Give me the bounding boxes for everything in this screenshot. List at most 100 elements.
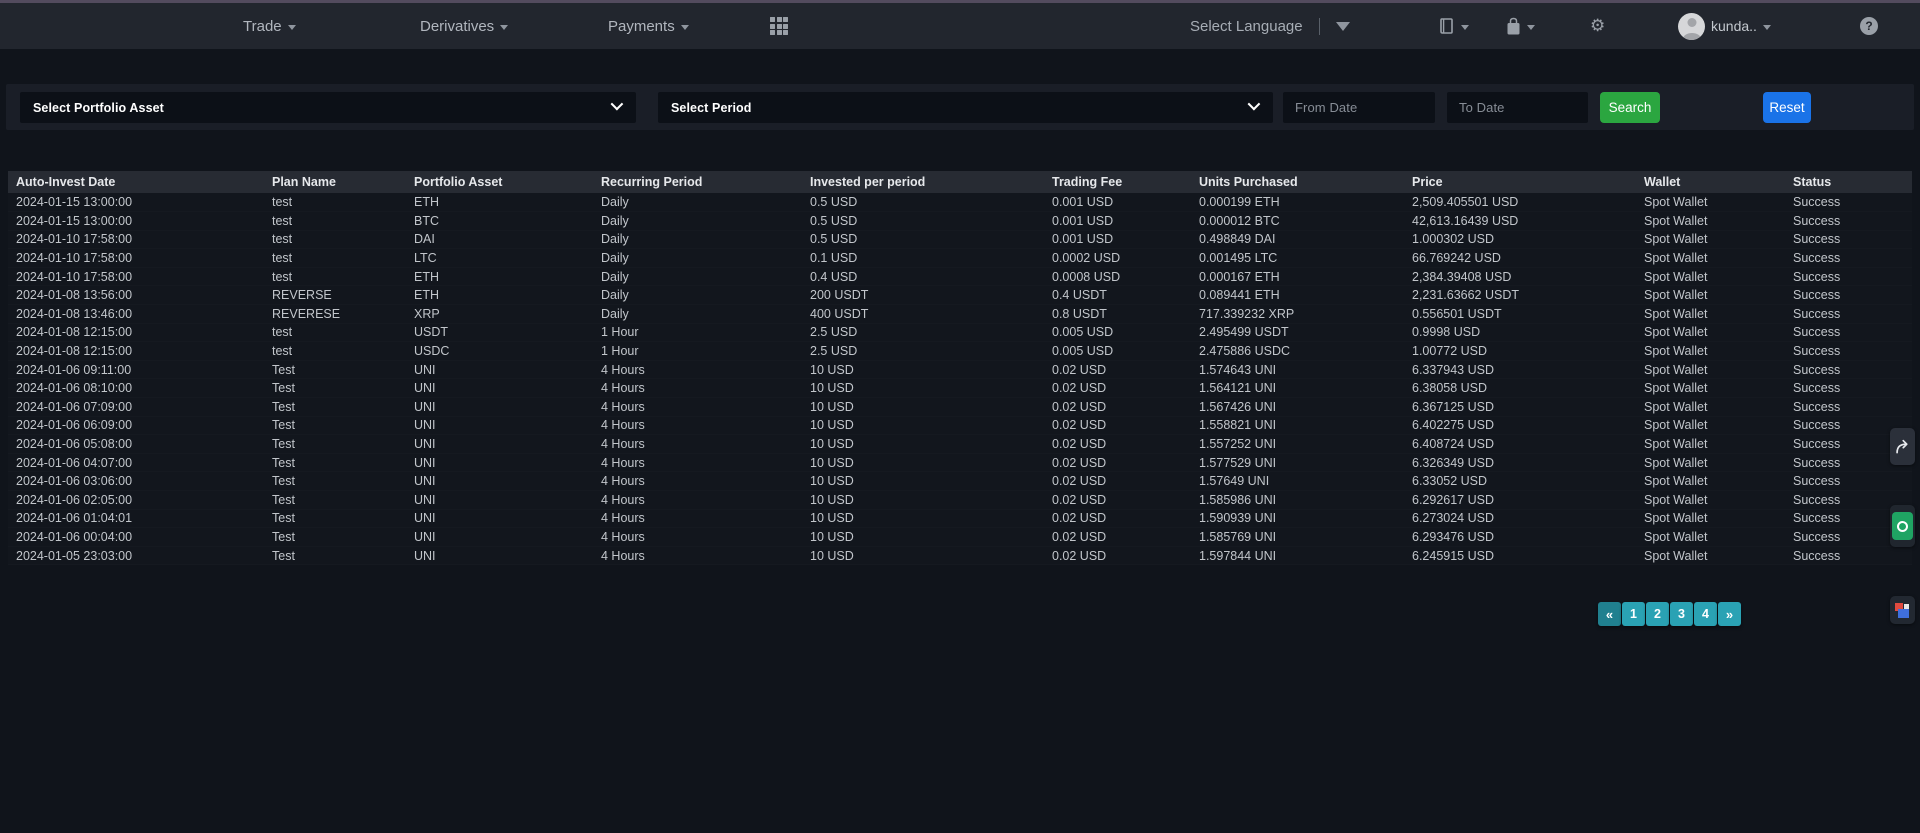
cell-plan-name: Test — [272, 472, 414, 491]
cell-recurring-period: 4 Hours — [601, 360, 810, 379]
cell-invested-per-period: 0.5 USD — [810, 230, 1052, 249]
table-row: 2024-01-06 07:09:00TestUNI4 Hours10 USD0… — [8, 398, 1912, 417]
pagination-page-button-4[interactable]: 4 — [1694, 602, 1717, 626]
cell-trading-fee: 0.0008 USD — [1052, 267, 1199, 286]
nav-menu-payments-label: Payments — [608, 18, 675, 35]
cell-trading-fee: 0.005 USD — [1052, 342, 1199, 361]
chevron-down-icon — [1248, 98, 1261, 111]
cell-plan-name: test — [272, 230, 414, 249]
grid-icon — [770, 17, 788, 35]
cell-price: 6.273024 USD — [1412, 509, 1644, 528]
pagination-page-button-2[interactable]: 2 — [1646, 602, 1669, 626]
table-row: 2024-01-06 02:05:00TestUNI4 Hours10 USD0… — [8, 491, 1912, 510]
cell-price: 6.326349 USD — [1412, 453, 1644, 472]
cell-wallet: Spot Wallet — [1644, 528, 1793, 547]
cell-plan-name: test — [272, 193, 414, 212]
cell-invested-per-period: 10 USD — [810, 472, 1052, 491]
floating-extension-chip-green[interactable] — [1890, 505, 1915, 547]
cell-wallet: Spot Wallet — [1644, 379, 1793, 398]
cell-units-purchased: 0.000199 ETH — [1199, 193, 1412, 212]
cell-auto-invest-date: 2024-01-08 12:15:00 — [8, 323, 272, 342]
cell-invested-per-period: 10 USD — [810, 435, 1052, 454]
period-select[interactable]: Select Period — [658, 92, 1273, 123]
nav-menu-trade[interactable]: Trade — [243, 3, 296, 49]
to-date-input[interactable]: To Date — [1447, 92, 1588, 123]
cell-wallet: Spot Wallet — [1644, 360, 1793, 379]
pagination-next-button[interactable]: » — [1718, 602, 1741, 626]
settings-button[interactable]: ⚙ — [1590, 3, 1605, 49]
cell-portfolio-asset: UNI — [414, 435, 601, 454]
column-header-plan-name: Plan Name — [272, 171, 414, 193]
wallet-menu[interactable] — [1506, 3, 1535, 49]
floating-share-chip[interactable] — [1890, 428, 1915, 465]
cell-units-purchased: 1.557252 UNI — [1199, 435, 1412, 454]
help-button[interactable]: ? — [1860, 3, 1878, 49]
cell-status: Success — [1793, 546, 1912, 565]
table-body: 2024-01-15 13:00:00testETHDaily0.5 USD0.… — [8, 193, 1912, 565]
cell-plan-name: Test — [272, 453, 414, 472]
cell-portfolio-asset: UNI — [414, 379, 601, 398]
cell-status: Success — [1793, 230, 1912, 249]
table-row: 2024-01-05 23:03:00TestUNI4 Hours10 USD0… — [8, 546, 1912, 565]
chevron-down-icon — [500, 25, 508, 30]
apps-grid-icon[interactable] — [770, 3, 788, 49]
cell-invested-per-period: 10 USD — [810, 546, 1052, 565]
pagination-pages: 1234 — [1622, 602, 1717, 626]
cell-auto-invest-date: 2024-01-08 13:56:00 — [8, 286, 272, 305]
cell-trading-fee: 0.02 USD — [1052, 528, 1199, 547]
chevron-down-icon — [681, 25, 689, 30]
cell-units-purchased: 0.000167 ETH — [1199, 267, 1412, 286]
table-row: 2024-01-15 13:00:00testETHDaily0.5 USD0.… — [8, 193, 1912, 212]
cell-plan-name: test — [272, 323, 414, 342]
nav-menu-derivatives[interactable]: Derivatives — [420, 3, 508, 49]
cell-wallet: Spot Wallet — [1644, 230, 1793, 249]
table-row: 2024-01-06 04:07:00TestUNI4 Hours10 USD0… — [8, 453, 1912, 472]
language-selector[interactable]: Select Language — [1190, 3, 1350, 49]
cell-plan-name: test — [272, 267, 414, 286]
cell-portfolio-asset: USDT — [414, 323, 601, 342]
floating-extension-chip-multicolor[interactable] — [1890, 596, 1915, 624]
from-date-input[interactable]: From Date — [1283, 92, 1435, 123]
gear-icon: ⚙ — [1590, 16, 1605, 36]
cell-trading-fee: 0.02 USD — [1052, 509, 1199, 528]
cell-plan-name: Test — [272, 528, 414, 547]
cell-plan-name: Test — [272, 379, 414, 398]
table-row: 2024-01-08 12:15:00testUSDC1 Hour2.5 USD… — [8, 342, 1912, 361]
nav-menu-payments[interactable]: Payments — [608, 3, 689, 49]
pagination-page-button-1[interactable]: 1 — [1622, 602, 1645, 626]
cell-price: 6.33052 USD — [1412, 472, 1644, 491]
cell-wallet: Spot Wallet — [1644, 491, 1793, 510]
column-header-auto-invest-date: Auto-Invest Date — [8, 171, 272, 193]
cell-portfolio-asset: UNI — [414, 491, 601, 510]
pagination: « 1234 » — [1598, 602, 1741, 626]
cell-price: 2,231.63662 USDT — [1412, 286, 1644, 305]
pagination-prev-button[interactable]: « — [1598, 602, 1621, 626]
cell-units-purchased: 2.495499 USDT — [1199, 323, 1412, 342]
cell-units-purchased: 1.564121 UNI — [1199, 379, 1412, 398]
cell-auto-invest-date: 2024-01-06 05:08:00 — [8, 435, 272, 454]
cell-portfolio-asset: UNI — [414, 416, 601, 435]
cell-recurring-period: 1 Hour — [601, 342, 810, 361]
orders-menu[interactable] — [1438, 3, 1469, 49]
cell-portfolio-asset: UNI — [414, 360, 601, 379]
cell-status: Success — [1793, 212, 1912, 231]
cell-invested-per-period: 0.5 USD — [810, 212, 1052, 231]
cell-units-purchased: 0.001495 LTC — [1199, 249, 1412, 268]
cell-portfolio-asset: UNI — [414, 472, 601, 491]
username: kunda.. — [1711, 18, 1757, 34]
cell-plan-name: REVERSE — [272, 286, 414, 305]
cell-units-purchased: 1.577529 UNI — [1199, 453, 1412, 472]
pagination-page-button-3[interactable]: 3 — [1670, 602, 1693, 626]
cell-price: 6.408724 USD — [1412, 435, 1644, 454]
cell-wallet: Spot Wallet — [1644, 416, 1793, 435]
portfolio-asset-select-value: Select Portfolio Asset — [20, 101, 164, 115]
portfolio-asset-select[interactable]: Select Portfolio Asset — [20, 92, 636, 123]
reset-button[interactable]: Reset — [1763, 92, 1811, 123]
table-row: 2024-01-10 17:58:00testLTCDaily0.1 USD0.… — [8, 249, 1912, 268]
help-icon: ? — [1860, 17, 1878, 35]
search-button[interactable]: Search — [1600, 92, 1660, 123]
account-menu[interactable]: kunda.. — [1678, 3, 1771, 49]
cell-wallet: Spot Wallet — [1644, 212, 1793, 231]
cell-auto-invest-date: 2024-01-08 12:15:00 — [8, 342, 272, 361]
cell-auto-invest-date: 2024-01-06 09:11:00 — [8, 360, 272, 379]
